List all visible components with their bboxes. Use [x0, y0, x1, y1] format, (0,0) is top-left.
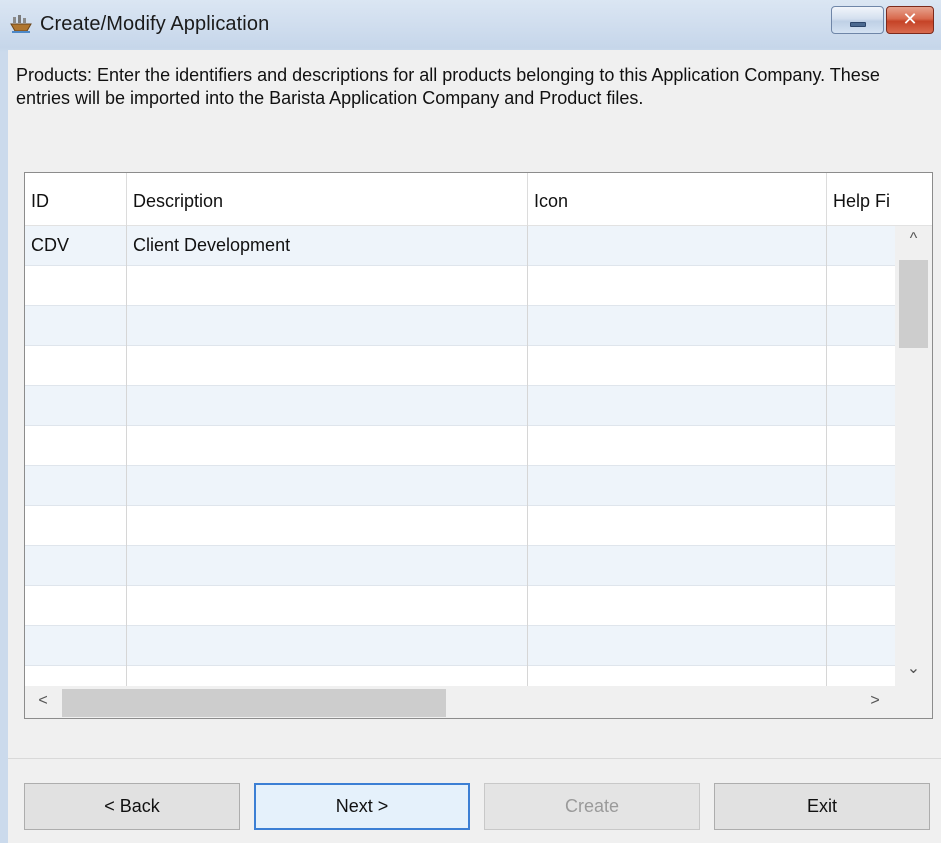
- cell-id[interactable]: [25, 306, 127, 346]
- dialog-window: Create/Modify Application ✕ Products: En…: [0, 0, 941, 843]
- cell-icon[interactable]: [528, 466, 827, 506]
- horizontal-scrollbar[interactable]: < >: [25, 686, 895, 718]
- app-ship-icon: [10, 14, 32, 34]
- create-button: Create: [484, 783, 700, 830]
- table-row[interactable]: [25, 466, 895, 506]
- cell-icon[interactable]: [528, 426, 827, 466]
- table-row[interactable]: [25, 506, 895, 546]
- cell-help-file[interactable]: [827, 226, 895, 266]
- cell-help-file[interactable]: [827, 466, 895, 506]
- cell-id[interactable]: [25, 346, 127, 386]
- cell-help-file[interactable]: [827, 586, 895, 626]
- table-row[interactable]: [25, 386, 895, 426]
- column-header-description[interactable]: Description: [127, 173, 528, 226]
- cell-icon[interactable]: [528, 506, 827, 546]
- cell-description[interactable]: [127, 346, 528, 386]
- cell-description[interactable]: [127, 266, 528, 306]
- cell-id[interactable]: CDV: [25, 226, 127, 266]
- exit-button[interactable]: Exit: [714, 783, 930, 830]
- cell-help-file[interactable]: [827, 546, 895, 586]
- cell-description[interactable]: [127, 426, 528, 466]
- cell-description[interactable]: [127, 626, 528, 666]
- close-icon: ✕: [902, 9, 918, 29]
- table-row[interactable]: [25, 666, 895, 686]
- close-button[interactable]: ✕: [886, 6, 934, 34]
- products-grid[interactable]: ID Description Icon Help Fi CDV Client De…: [24, 172, 933, 719]
- cell-help-file[interactable]: [827, 346, 895, 386]
- cell-help-file[interactable]: [827, 506, 895, 546]
- cell-icon[interactable]: [528, 386, 827, 426]
- cell-icon[interactable]: [528, 306, 827, 346]
- vertical-scroll-thumb[interactable]: [899, 260, 928, 348]
- cell-icon[interactable]: [528, 666, 827, 686]
- minimize-button[interactable]: [831, 6, 884, 34]
- cell-id[interactable]: [25, 666, 127, 686]
- scroll-right-arrow[interactable]: >: [865, 692, 885, 710]
- cell-help-file[interactable]: [827, 386, 895, 426]
- table-row[interactable]: [25, 626, 895, 666]
- cell-id[interactable]: [25, 386, 127, 426]
- table-row[interactable]: CDV Client Development: [25, 226, 895, 266]
- table-row[interactable]: [25, 546, 895, 586]
- cell-icon[interactable]: [528, 626, 827, 666]
- cell-id[interactable]: [25, 546, 127, 586]
- column-header-help-file[interactable]: Help Fi: [827, 173, 932, 226]
- table-row[interactable]: [25, 586, 895, 626]
- footer-divider: [8, 758, 941, 759]
- cell-description[interactable]: [127, 586, 528, 626]
- cell-icon[interactable]: [528, 546, 827, 586]
- grid-header: ID Description Icon Help Fi: [25, 173, 932, 226]
- cell-id[interactable]: [25, 586, 127, 626]
- back-button[interactable]: < Back: [24, 783, 240, 830]
- cell-description[interactable]: [127, 546, 528, 586]
- vertical-scrollbar[interactable]: ^ ⌄: [895, 226, 932, 686]
- window-title: Create/Modify Application: [40, 13, 270, 35]
- instructions-text: Products: Enter the identifiers and desc…: [16, 65, 880, 108]
- cell-description[interactable]: [127, 506, 528, 546]
- cell-id[interactable]: [25, 466, 127, 506]
- column-header-id[interactable]: ID: [25, 173, 127, 226]
- scroll-down-arrow[interactable]: ⌄: [895, 658, 932, 678]
- scrollbar-corner: [895, 686, 932, 718]
- horizontal-scroll-thumb[interactable]: [62, 689, 446, 717]
- grid-rows: CDV Client Development: [25, 226, 895, 686]
- cell-description[interactable]: Client Development: [127, 226, 528, 266]
- cell-description[interactable]: [127, 466, 528, 506]
- cell-icon[interactable]: [528, 346, 827, 386]
- cell-help-file[interactable]: [827, 266, 895, 306]
- table-row[interactable]: [25, 346, 895, 386]
- cell-help-file[interactable]: [827, 306, 895, 346]
- cell-id[interactable]: [25, 426, 127, 466]
- cell-description[interactable]: [127, 386, 528, 426]
- cell-description[interactable]: [127, 306, 528, 346]
- next-button[interactable]: Next >: [254, 783, 470, 830]
- cell-help-file[interactable]: [827, 626, 895, 666]
- title-bar[interactable]: Create/Modify Application ✕: [0, 0, 941, 50]
- cell-help-file[interactable]: [827, 426, 895, 466]
- cell-icon[interactable]: [528, 266, 827, 306]
- cell-help-file[interactable]: [827, 666, 895, 686]
- table-row[interactable]: [25, 426, 895, 466]
- table-row[interactable]: [25, 266, 895, 306]
- cell-icon[interactable]: [528, 226, 827, 266]
- cell-description[interactable]: [127, 666, 528, 686]
- table-row[interactable]: [25, 306, 895, 346]
- scroll-left-arrow[interactable]: <: [33, 692, 53, 710]
- cell-icon[interactable]: [528, 586, 827, 626]
- cell-id[interactable]: [25, 506, 127, 546]
- cell-id[interactable]: [25, 626, 127, 666]
- cell-id[interactable]: [25, 266, 127, 306]
- scroll-up-arrow[interactable]: ^: [895, 230, 932, 248]
- minimize-icon: [850, 22, 866, 27]
- column-header-icon[interactable]: Icon: [528, 173, 827, 226]
